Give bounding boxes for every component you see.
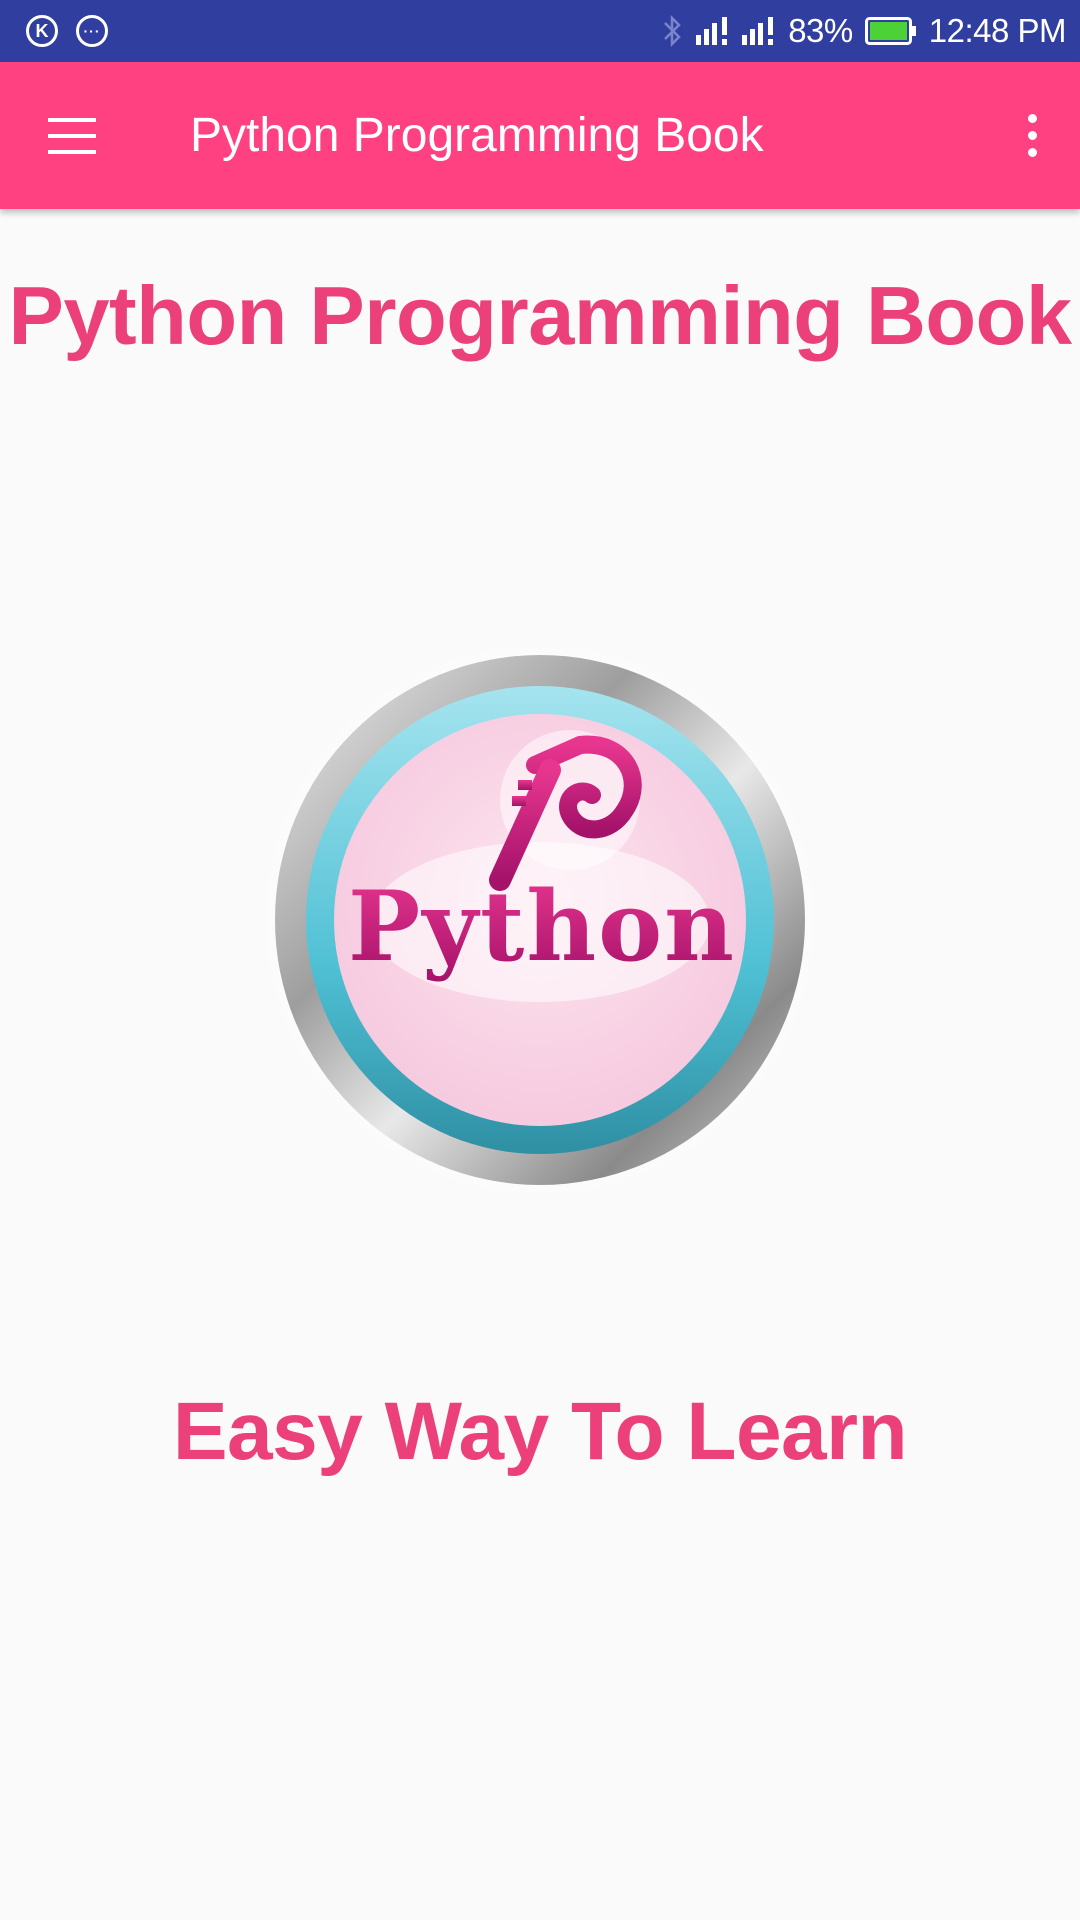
chat-bubble-icon: ··· bbox=[76, 15, 108, 47]
status-bar: K ··· 83% 12:48 PM bbox=[0, 0, 1080, 62]
bluetooth-icon bbox=[664, 14, 681, 48]
signal-icon bbox=[742, 17, 774, 45]
battery-percent: 83% bbox=[788, 12, 853, 49]
k-app-icon: K bbox=[26, 15, 58, 47]
python-logo: Python bbox=[250, 630, 830, 1210]
logo-text: Python bbox=[348, 870, 736, 983]
overflow-menu-icon[interactable] bbox=[1012, 108, 1052, 164]
app-bar: Python Programming Book bbox=[0, 62, 1080, 209]
status-left: K ··· bbox=[26, 0, 108, 62]
tagline: Easy Way To Learn bbox=[172, 1386, 908, 1477]
status-time: 12:48 PM bbox=[928, 12, 1067, 49]
signal-icon bbox=[696, 17, 728, 45]
battery-icon bbox=[864, 17, 916, 45]
page-heading: Python Programming Book bbox=[8, 269, 1072, 362]
app-bar-title: Python Programming Book bbox=[190, 109, 764, 162]
menu-icon[interactable] bbox=[40, 108, 104, 164]
status-right: 83% 12:48 PM bbox=[662, 0, 1067, 62]
python-logo-graphic: Python bbox=[250, 630, 830, 1210]
